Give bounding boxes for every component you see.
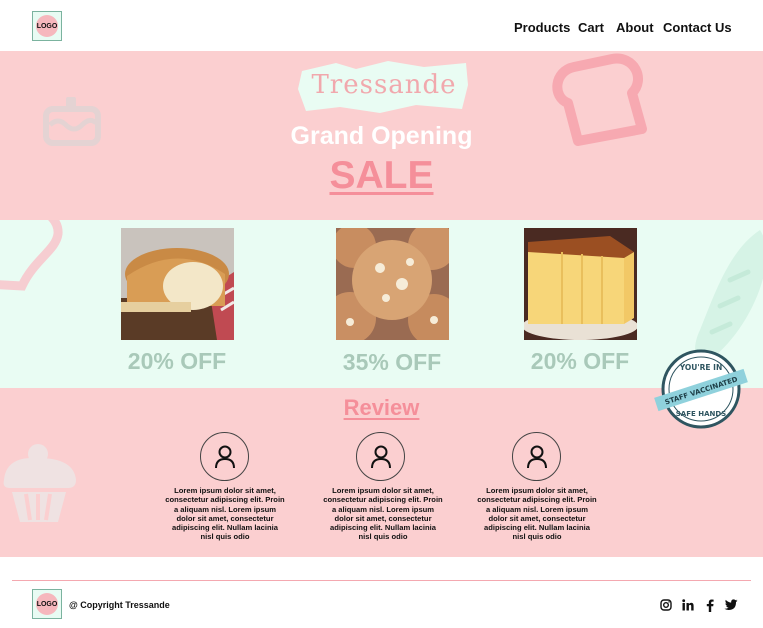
nav-cart[interactable]: Cart	[578, 20, 604, 35]
reviewer-avatar-1	[200, 432, 249, 481]
toast-outline-icon	[0, 220, 63, 291]
footer-divider	[12, 580, 751, 581]
brand-name: Tressande	[311, 70, 457, 100]
footer-logo-text: LOGO	[36, 600, 58, 608]
nav-about[interactable]: About	[616, 20, 654, 35]
linkedin-icon[interactable]	[680, 597, 696, 613]
facebook-icon[interactable]	[702, 597, 718, 613]
copyright-text: @ Copyright Tressande	[69, 600, 170, 610]
user-icon	[214, 445, 235, 468]
header-logo[interactable]: LOGO	[32, 11, 62, 41]
discount-label-cookies: 35% OFF	[342, 349, 442, 375]
twitter-icon[interactable]	[723, 597, 739, 613]
nav-products[interactable]: Products	[514, 20, 570, 35]
cupcake-icon	[3, 444, 77, 522]
product-image-cookies[interactable]	[336, 228, 449, 340]
logo-text: LOGO	[36, 22, 58, 30]
hero-headline: Grand Opening	[290, 122, 473, 150]
review-title: Review	[343, 395, 420, 420]
instagram-icon[interactable]	[658, 597, 674, 613]
badge-top-text: YOU'RE IN	[679, 363, 723, 372]
discount-label-bread: 20% OFF	[127, 348, 227, 374]
review-text-2: Lorem ipsum dolor sit amet, consectetur …	[323, 486, 443, 542]
product-image-bread[interactable]	[121, 228, 234, 340]
nav-contact-us[interactable]: Contact Us	[663, 20, 732, 35]
product-image-cake[interactable]	[524, 228, 637, 340]
sale-label[interactable]: SALE	[0, 154, 763, 198]
user-icon	[526, 445, 547, 468]
footer-logo[interactable]: LOGO	[32, 589, 62, 619]
reviewer-avatar-2	[356, 432, 405, 481]
discount-label-cake: 20% OFF	[530, 348, 630, 374]
review-text-3: Lorem ipsum dolor sit amet, consectetur …	[477, 486, 597, 542]
reviewer-avatar-3	[512, 432, 561, 481]
review-text-1: Lorem ipsum dolor sit amet, consectetur …	[165, 486, 285, 542]
user-icon	[370, 445, 391, 468]
